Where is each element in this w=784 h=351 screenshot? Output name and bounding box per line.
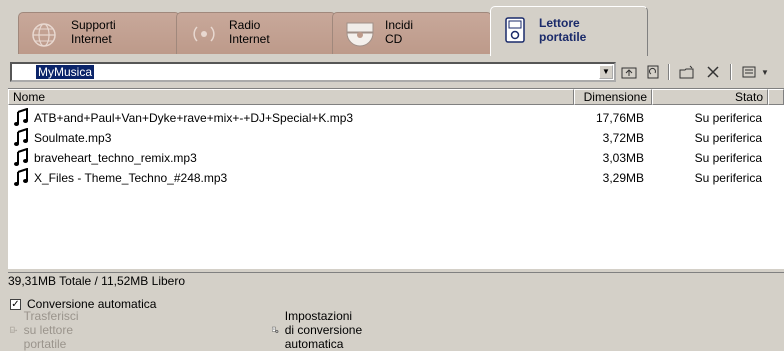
- toolbar-divider: [668, 64, 670, 80]
- tab-incidi-cd[interactable]: Incidi CD: [332, 12, 492, 54]
- tab-radio-internet[interactable]: Radio Internet: [176, 12, 336, 54]
- new-folder-icon[interactable]: [676, 62, 698, 82]
- tab-label-line1: Incidi: [385, 18, 414, 32]
- delete-icon[interactable]: [702, 62, 724, 82]
- transfer-button[interactable]: Trasferisci su lettore portatile: [10, 309, 89, 351]
- list-item[interactable]: X_Files - Theme_Techno_#248.mp3 3,29MB S…: [8, 168, 784, 188]
- tab-supporti-internet[interactable]: Supporti Internet: [18, 12, 180, 54]
- conversion-settings-icon: [272, 326, 279, 333]
- folder-up-icon[interactable]: [618, 62, 640, 82]
- storage-status: 39,31MB Totale / 11,52MB Libero: [8, 272, 784, 290]
- file-name: braveheart_techno_remix.mp3: [34, 151, 197, 165]
- conversion-settings-label: Impostazioni di conversione automatica: [284, 309, 363, 351]
- list-item[interactable]: Soulmate.mp3 3,72MB Su periferica: [8, 128, 784, 148]
- tab-label-line1: Supporti: [71, 18, 116, 32]
- column-header-size[interactable]: Dimensione: [574, 89, 652, 105]
- tab-lettore-portatile[interactable]: Lettore portatile: [490, 6, 648, 56]
- tab-label-line1: Radio: [229, 18, 261, 32]
- file-status: Su periferica: [694, 151, 762, 165]
- music-note-icon: [14, 128, 28, 146]
- column-header-filler: [768, 89, 784, 105]
- radio-icon: [193, 26, 215, 42]
- file-list: Nome Dimensione Stato ATB+and+Paul+Van+D…: [8, 88, 784, 269]
- file-size: 3,29MB: [602, 171, 644, 185]
- file-name: ATB+and+Paul+Van+Dyke+rave+mix+-+DJ+Spec…: [34, 111, 354, 125]
- list-header: Nome Dimensione Stato: [8, 89, 784, 105]
- view-menu-icon[interactable]: [738, 62, 760, 82]
- tab-label-line1: Lettore: [539, 16, 580, 30]
- file-status: Su periferica: [694, 111, 762, 125]
- view-dropdown-chevron-icon[interactable]: ▼: [758, 62, 772, 82]
- file-size: 3,03MB: [602, 151, 644, 165]
- file-name: X_Files - Theme_Techno_#248.mp3: [34, 171, 228, 185]
- music-note-icon: [14, 108, 28, 126]
- tab-label-line2: CD: [385, 32, 403, 46]
- tab-label-line2: portatile: [539, 30, 587, 44]
- toolbar-divider: [730, 64, 732, 80]
- auto-convert-checkbox[interactable]: ✓: [10, 298, 21, 310]
- list-item[interactable]: braveheart_techno_remix.mp3 3,03MB Su pe…: [8, 148, 784, 168]
- chevron-down-icon[interactable]: ▼: [599, 65, 613, 79]
- conversion-settings-button[interactable]: Impostazioni di conversione automatica: [272, 309, 363, 351]
- file-size: 3,72MB: [602, 131, 644, 145]
- file-size: 17,76MB: [595, 111, 644, 125]
- file-name: Soulmate.mp3: [34, 131, 112, 145]
- tab-bar: Supporti Internet Radio Internet Incidi …: [0, 0, 784, 56]
- transfer-to-device-icon: [10, 326, 18, 333]
- address-toolbar: MyMusica ▼ ▼: [8, 62, 784, 86]
- globe-icon: [32, 23, 56, 47]
- column-header-name[interactable]: Nome: [8, 89, 574, 105]
- list-item[interactable]: ATB+and+Paul+Van+Dyke+rave+mix+-+DJ+Spec…: [8, 108, 784, 128]
- cd-icon: [346, 22, 374, 47]
- file-status: Su periferica: [694, 131, 762, 145]
- music-note-icon: [14, 168, 28, 186]
- music-note-icon: [14, 148, 28, 166]
- tab-label-line2: Internet: [229, 32, 270, 46]
- portable-player-icon: [505, 17, 525, 43]
- folder-combo-value: MyMusica: [36, 65, 95, 79]
- tab-label-line2: Internet: [71, 32, 112, 46]
- folder-combo[interactable]: MyMusica ▼: [10, 62, 616, 82]
- refresh-icon[interactable]: [642, 62, 664, 82]
- column-header-status[interactable]: Stato: [652, 89, 768, 105]
- file-status: Su periferica: [694, 171, 762, 185]
- transfer-label: Trasferisci su lettore portatile: [23, 309, 79, 351]
